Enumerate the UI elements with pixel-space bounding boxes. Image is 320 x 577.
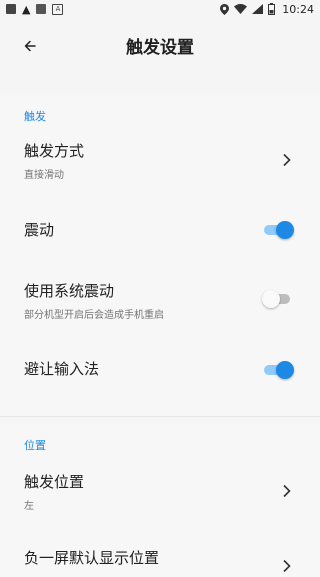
app-bar: 触发设置: [0, 18, 320, 72]
wifi-icon: [234, 4, 248, 14]
trigger-position-value: 左: [24, 501, 34, 512]
chevron-right-icon: [283, 153, 291, 167]
battery-icon: [268, 3, 276, 15]
page-title: 触发设置: [126, 38, 194, 58]
section-divider: [0, 416, 320, 417]
chevron-right-icon: [283, 559, 291, 573]
system-vibration-subtitle: 部分机型开启后会造成手机重启: [24, 310, 164, 321]
location-icon: [220, 3, 230, 15]
app-notification-icon: [36, 4, 47, 14]
trigger-mode-title: 触发方式: [24, 142, 85, 160]
status-time: 10:24: [282, 2, 314, 16]
chevron-right-icon: [283, 484, 291, 498]
section-header-trigger: 触发: [24, 110, 46, 123]
system-vibration-toggle[interactable]: [262, 290, 294, 308]
vibration-toggle[interactable]: [262, 221, 294, 239]
trigger-position-title: 触发位置: [24, 473, 85, 491]
vibration-title: 震动: [24, 221, 55, 239]
trigger-mode-value: 直接滑动: [24, 170, 64, 181]
signal-icon: [252, 4, 264, 14]
minus-one-screen-title: 负一屏默认显示位置: [24, 549, 160, 567]
toggle-thumb: [276, 221, 294, 239]
toggle-thumb: [276, 361, 294, 379]
avoid-ime-toggle[interactable]: [262, 361, 294, 379]
avoid-ime-title: 避让输入法: [24, 360, 100, 378]
toggle-thumb: [262, 290, 280, 308]
status-right: 10:24: [220, 3, 314, 16]
trigger-mode-row[interactable]: 触发方式 直接滑动: [0, 130, 320, 188]
system-vibration-row[interactable]: 使用系统震动 部分机型开启后会造成手机重启: [0, 270, 320, 328]
position-section: 位置 触发位置 左 负一屏默认显示位置: [0, 423, 320, 577]
minus-one-screen-row[interactable]: 负一屏默认显示位置: [0, 535, 320, 577]
a-letter-icon: A: [52, 3, 64, 15]
trigger-section: 触发 触发方式 直接滑动 震动 使用系统震动 部分机型开启后会造成手机重启 避让…: [0, 94, 320, 416]
status-left: ▲ A: [6, 2, 64, 16]
trigger-position-row[interactable]: 触发位置 左: [0, 461, 320, 519]
warning-icon: ▲: [22, 2, 31, 16]
status-bar: ▲ A 10:24: [0, 0, 320, 18]
system-vibration-title: 使用系统震动: [24, 282, 115, 300]
vibration-row[interactable]: 震动: [0, 204, 320, 254]
section-header-position: 位置: [24, 439, 46, 452]
notification-square-icon: [6, 4, 16, 14]
avoid-ime-row[interactable]: 避让输入法: [0, 344, 320, 394]
